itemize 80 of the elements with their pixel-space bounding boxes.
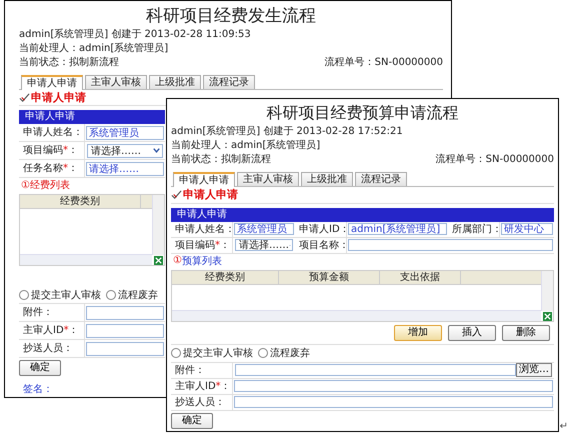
action-button[interactable]: 删除 [502, 324, 550, 341]
field-label: 所属部门： [448, 222, 500, 237]
horizontal-scrollbar[interactable] [172, 310, 541, 321]
tab[interactable]: 流程记录 [203, 75, 255, 90]
field-label: 项目名称： [295, 238, 347, 253]
pencil-check-icon [19, 92, 30, 104]
text-field[interactable] [234, 380, 553, 392]
status-info: 当前状态：拟制新流程 [19, 57, 119, 70]
text-field[interactable] [234, 396, 553, 408]
column-header: 经费类别 [172, 270, 279, 284]
field-label: 申请人姓名： [19, 124, 85, 142]
form-title: 科研项目经费发生流程 [145, 5, 317, 28]
file-field[interactable] [235, 364, 516, 376]
tab[interactable]: 主审人审核 [85, 75, 147, 90]
section-header: 申请人申请 [171, 208, 554, 222]
circled-number: ① [21, 180, 30, 191]
list-title: 预算列表 [182, 254, 222, 268]
text-field[interactable] [348, 239, 553, 252]
step-heading: 申请人申请 [183, 187, 238, 202]
radio-icon[interactable] [171, 348, 181, 358]
section-header: 申请人申请 [19, 110, 165, 124]
radio-icon[interactable] [19, 290, 29, 300]
select-field[interactable]: 请选择…… [235, 239, 293, 252]
handler-info: 当前处理人：admin[系统管理员] [171, 140, 320, 152]
field-label: 附件： [19, 304, 85, 322]
vertical-scrollbar[interactable] [152, 195, 164, 256]
field-label: 附件： [171, 362, 233, 378]
radio-icon[interactable] [258, 348, 268, 358]
field-label: 主审人ID*： [19, 322, 85, 340]
field-label: 主审人ID*： [171, 378, 233, 394]
created-info: admin[系统管理员] 创建于 2013-02-28 17:52:21 [171, 126, 403, 138]
field-label: 任务名称*： [19, 160, 85, 178]
radio-option[interactable]: 提交主审人审核 [19, 288, 101, 302]
radio-option[interactable]: 提交主审人审核 [171, 346, 253, 360]
spreadsheet-icon[interactable] [154, 256, 163, 266]
tab[interactable]: 流程记录 [355, 172, 407, 186]
field-label: 项目编码*： [19, 142, 85, 160]
field-label: 抄送人员： [19, 340, 85, 358]
tab[interactable]: 上级批准 [301, 172, 353, 186]
vertical-scrollbar[interactable] [541, 270, 553, 311]
chevron-down-icon [152, 146, 161, 156]
radio-icon[interactable] [106, 290, 116, 300]
status-info: 当前状态：拟制新流程 [171, 154, 271, 166]
field-label: 申请人ID： [295, 222, 347, 237]
signature-label: 签名： [22, 383, 53, 396]
circled-number: ① [173, 255, 182, 266]
list-title: 经费列表 [30, 178, 70, 192]
tab[interactable]: 上级批准 [149, 75, 201, 90]
action-button[interactable]: 增加 [394, 324, 442, 341]
step-heading: 申请人申请 [31, 90, 86, 106]
field-label: 项目编码*： [171, 238, 233, 253]
spreadsheet-icon[interactable] [543, 312, 552, 321]
handler-info: 当前处理人：admin[系统管理员] [19, 43, 168, 56]
radio-option[interactable]: 流程废弃 [106, 288, 158, 302]
tab[interactable]: 申请人申请 [173, 172, 235, 187]
paragraph-mark: ↵ [560, 421, 568, 432]
text-field[interactable]: 系统管理员 [86, 126, 164, 140]
confirm-button[interactable]: 确定 [19, 360, 61, 376]
text-field[interactable] [86, 306, 164, 320]
tab[interactable]: 申请人申请 [21, 75, 83, 90]
form-title: 科研项目经费预算申请流程 [266, 103, 460, 124]
created-info: admin[系统管理员] 创建于 2013-02-28 11:09:53 [19, 29, 251, 42]
select-field[interactable]: 请选择…… [87, 144, 163, 158]
flow-number: 流程单号：SN-00000000 [324, 57, 443, 70]
text-field[interactable] [86, 342, 164, 356]
text-field[interactable]: 请选择…… [86, 162, 164, 176]
field-label: 申请人姓名： [171, 222, 233, 237]
column-header: 经费类别 [20, 195, 141, 208]
horizontal-scrollbar[interactable] [20, 254, 152, 266]
field-label: 抄送人员： [171, 394, 233, 410]
text-field[interactable] [86, 324, 164, 338]
pencil-check-icon [171, 189, 182, 200]
browse-button[interactable]: 浏览… [516, 363, 552, 378]
tab[interactable]: 主审人审核 [237, 172, 299, 186]
confirm-button[interactable]: 确定 [171, 412, 213, 429]
column-header: 预算金额 [279, 270, 380, 284]
radio-option[interactable]: 流程废弃 [258, 346, 310, 360]
action-button[interactable]: 插入 [448, 324, 496, 341]
column-header: 支出依据 [380, 270, 461, 284]
flow-number: 流程单号：SN-00000000 [436, 154, 554, 166]
